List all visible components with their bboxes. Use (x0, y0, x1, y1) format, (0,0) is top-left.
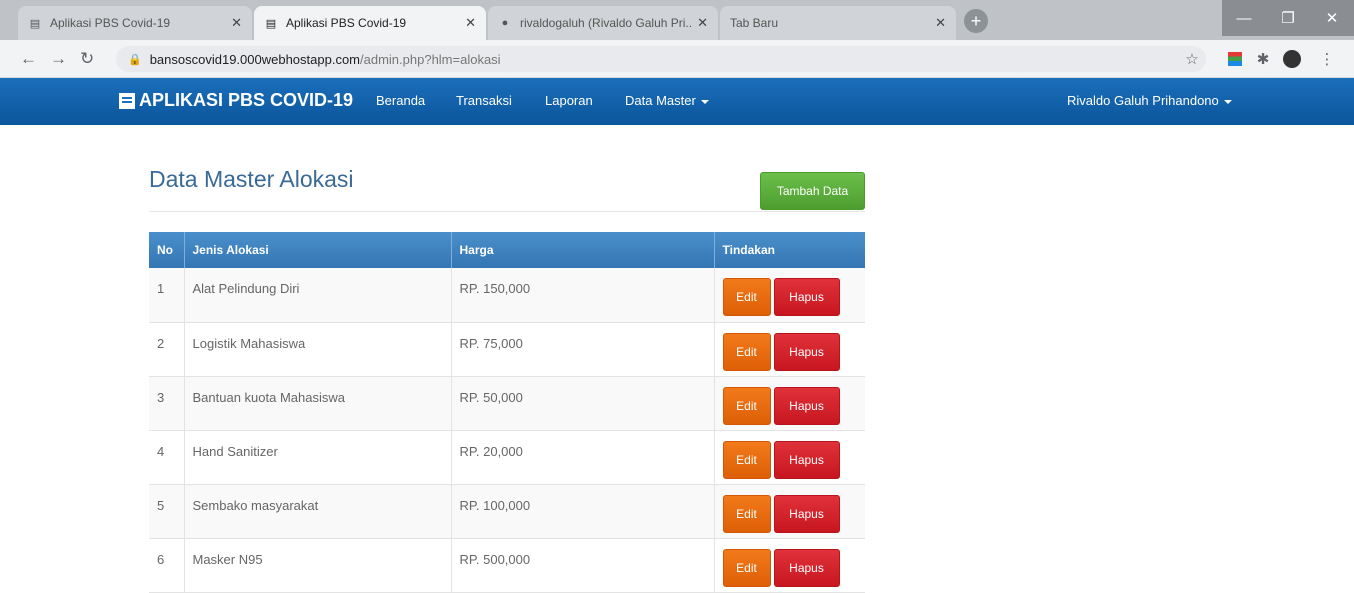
nav-transaksi[interactable]: Transaksi (456, 93, 512, 108)
edit-button[interactable]: Edit (722, 494, 771, 533)
cell-jenis-alokasi: Bantuan kuota Mahasiswa (184, 376, 452, 431)
close-window-icon[interactable]: ✕ (1310, 0, 1354, 36)
forward-arrow-icon[interactable]: → (50, 49, 67, 69)
cell-tindakan: Edit Hapus (714, 484, 865, 539)
chevron-down-icon (1223, 99, 1232, 104)
cell-no: 1 (149, 268, 185, 323)
user-name: Rivaldo Galuh Prihandono (1067, 93, 1219, 108)
menu-kebab-icon[interactable]: ⋮ (1318, 50, 1336, 68)
close-tab-icon[interactable]: ✕ (465, 15, 476, 31)
minimize-icon[interactable]: — (1222, 0, 1266, 36)
edit-button[interactable]: Edit (722, 278, 771, 316)
browser-tab-4[interactable]: Tab Baru ✕ (720, 6, 956, 40)
table-row: 6 Masker N95 RP. 500,000 Edit Hapus (149, 538, 865, 593)
add-data-button[interactable]: Tambah Data (760, 172, 865, 210)
page-title: Data Master Alokasi (149, 166, 354, 192)
cell-harga: RP. 75,000 (451, 322, 715, 377)
table-row: 3 Bantuan kuota Mahasiswa RP. 50,000 Edit Ha… (149, 376, 865, 431)
delete-button[interactable]: Hapus (773, 494, 840, 533)
header-tindakan: Tindakan (714, 232, 865, 268)
close-tab-icon[interactable]: ✕ (231, 15, 242, 31)
delete-button[interactable]: Hapus (773, 548, 840, 587)
browser-tab-1[interactable]: ▤ Aplikasi PBS Covid-19 ✕ (18, 6, 252, 40)
bookmark-star-icon[interactable]: ☆ (1183, 50, 1201, 68)
cell-tindakan: Edit Hapus (714, 322, 865, 377)
extensions-puzzle-icon[interactable]: ✱ (1254, 50, 1272, 68)
cell-tindakan: Edit Hapus (714, 376, 865, 431)
browser-toolbar: ← → ↻ 🔒 bansoscovid19.000webhostapp.com /… (0, 40, 1354, 78)
cell-jenis-alokasi: Alat Pelindung Diri (184, 268, 452, 323)
reload-icon[interactable]: ↻ (80, 49, 94, 69)
tab-title: Aplikasi PBS Covid-19 (286, 16, 407, 30)
cell-harga: RP. 50,000 (451, 376, 715, 431)
cell-no: 4 (149, 430, 185, 485)
url-path: /admin.php?hlm=alokasi (360, 51, 501, 67)
browser-tab-3[interactable]: ● rivaldogaluh (Rivaldo Galuh Pri... ✕ (488, 6, 718, 40)
browser-tab-2[interactable]: ▤ Aplikasi PBS Covid-19 ✕ (254, 6, 486, 40)
profile-avatar-icon[interactable] (1283, 50, 1301, 68)
page-favicon-icon: ▤ (265, 17, 277, 30)
cell-no: 2 (149, 322, 185, 377)
app-navbar: APLIKASI PBS COVID-19 Beranda Transaksi … (0, 78, 1354, 125)
cell-no: 6 (149, 538, 185, 593)
table-row: 2 Logistik Mahasiswa RP. 75,000 Edit Hapus (149, 322, 865, 377)
cell-harga: RP. 500,000 (451, 538, 715, 593)
chevron-down-icon (700, 99, 709, 104)
table-row: 1 Alat Pelindung Diri RP. 150,000 Edit Hapus (149, 268, 865, 323)
lock-icon: 🔒 (128, 53, 142, 66)
nav-laporan[interactable]: Laporan (545, 93, 593, 108)
header-harga: Harga (451, 232, 715, 268)
back-arrow-icon[interactable]: ← (20, 49, 37, 69)
brand-link[interactable]: APLIKASI PBS COVID-19 (119, 90, 353, 111)
header-no: No (149, 232, 185, 268)
nav-beranda[interactable]: Beranda (376, 93, 425, 108)
cell-harga: RP. 20,000 (451, 430, 715, 485)
tab-title: Aplikasi PBS Covid-19 (50, 16, 171, 30)
close-tab-icon[interactable]: ✕ (935, 15, 946, 31)
delete-button[interactable]: Hapus (773, 386, 840, 425)
table-row: 4 Hand Sanitizer RP. 20,000 Edit Hapus (149, 430, 865, 485)
maximize-icon[interactable]: ❐ (1266, 0, 1310, 36)
table-row: 5 Sembako masyarakat RP. 100,000 Edit Hapus (149, 484, 865, 539)
cell-harga: RP. 100,000 (451, 484, 715, 539)
new-tab-icon[interactable]: + (964, 9, 988, 33)
delete-button[interactable]: Hapus (773, 332, 840, 371)
tab-title: rivaldogaluh (Rivaldo Galuh Pri... (520, 16, 692, 30)
cell-jenis-alokasi: Hand Sanitizer (184, 430, 452, 485)
allocation-table: No Jenis Alokasi Harga Tindakan 1 Alat Pe… (149, 232, 865, 593)
cell-tindakan: Edit Hapus (714, 430, 865, 485)
list-icon (119, 92, 135, 109)
table-header-row: No Jenis Alokasi Harga Tindakan (149, 232, 865, 268)
cell-tindakan: Edit Hapus (714, 538, 865, 593)
divider (149, 211, 865, 212)
header-jenis-alokasi: Jenis Alokasi (184, 232, 452, 268)
cell-jenis-alokasi: Sembako masyarakat (184, 484, 452, 539)
close-tab-icon[interactable]: ✕ (697, 15, 708, 31)
cell-no: 5 (149, 484, 185, 539)
url-host: bansoscovid19.000webhostapp.com (149, 51, 361, 67)
table-body: 1 Alat Pelindung Diri RP. 150,000 Edit Hapus… (149, 268, 865, 593)
browser-tab-strip: ▤ Aplikasi PBS Covid-19 ✕ ▤ Aplikasi PBS… (0, 0, 1354, 40)
cell-harga: RP. 150,000 (451, 268, 715, 323)
cell-jenis-alokasi: Masker N95 (184, 538, 452, 593)
cell-no: 3 (149, 376, 185, 431)
edit-button[interactable]: Edit (722, 440, 771, 479)
cell-tindakan: Edit Hapus (714, 268, 865, 323)
edit-button[interactable]: Edit (722, 332, 771, 371)
nav-data-master-label: Data Master (625, 93, 696, 108)
address-bar[interactable]: 🔒 bansoscovid19.000webhostapp.com/admin.… (116, 46, 1206, 72)
extension-color-icon[interactable] (1226, 50, 1244, 68)
nav-data-master[interactable]: Data Master (625, 93, 709, 108)
page-favicon-icon: ▤ (29, 17, 41, 30)
tab-title: Tab Baru (730, 16, 779, 30)
edit-button[interactable]: Edit (722, 386, 771, 425)
user-menu[interactable]: Rivaldo Galuh Prihandono (1067, 93, 1232, 108)
github-icon: ● (501, 17, 509, 29)
brand-text: APLIKASI PBS COVID-19 (139, 90, 354, 110)
delete-button[interactable]: Hapus (773, 440, 840, 479)
delete-button[interactable]: Hapus (773, 278, 840, 316)
edit-button[interactable]: Edit (722, 548, 771, 587)
cell-jenis-alokasi: Logistik Mahasiswa (184, 322, 452, 377)
